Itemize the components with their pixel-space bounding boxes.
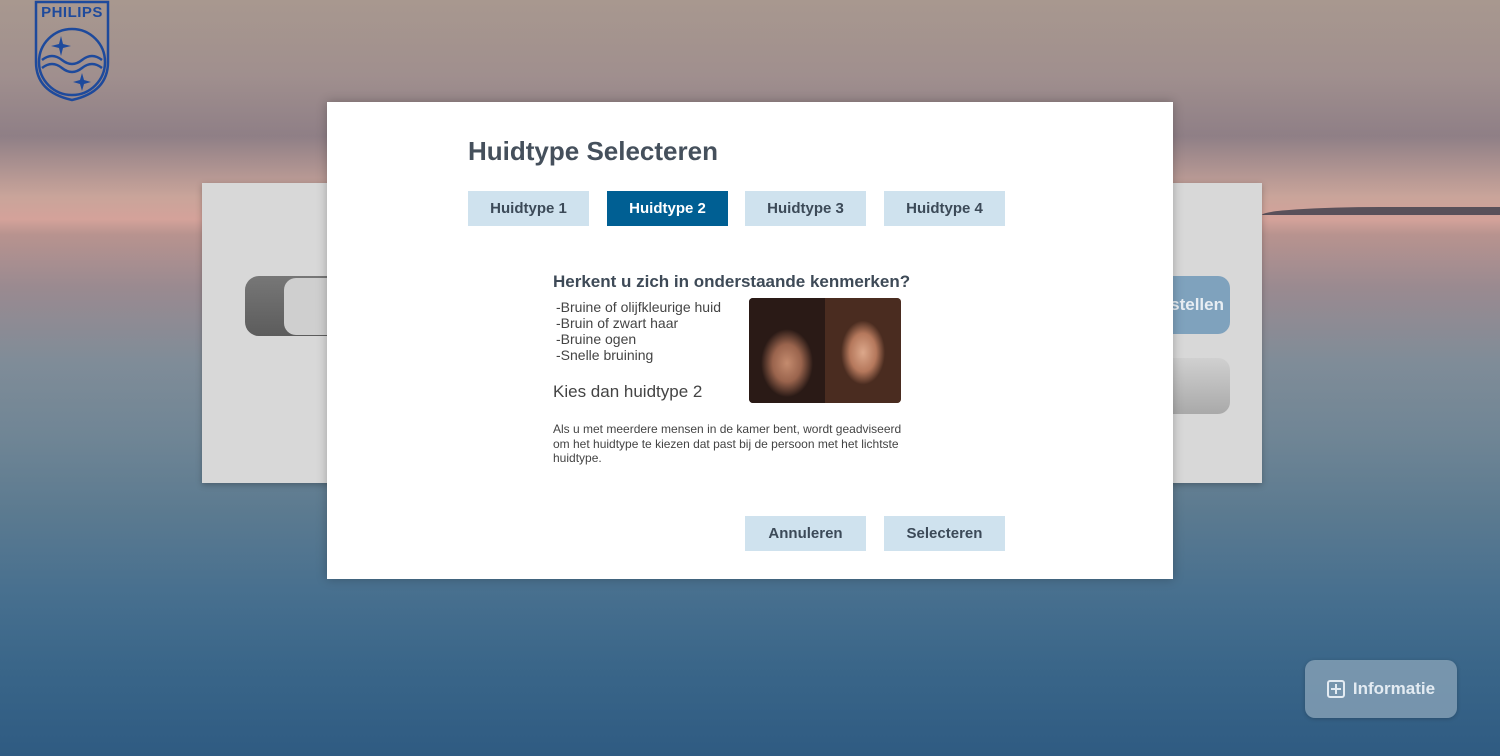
skin-type-dialog: Huidtype Selecteren Huidtype 1 Huidtype … xyxy=(327,102,1173,579)
characteristics-question: Herkent u zich in onderstaande kenmerken… xyxy=(553,272,911,291)
multi-person-note: Als u met meerdere mensen in de kamer be… xyxy=(553,422,902,465)
tab-skin-type-2[interactable]: Huidtype 2 xyxy=(607,191,728,226)
tab-skin-type-3[interactable]: Huidtype 3 xyxy=(745,191,866,226)
dialog-title: Huidtype Selecteren xyxy=(468,136,718,166)
philips-logo: PHILIPS xyxy=(34,0,110,102)
horizon-silhouette xyxy=(1262,207,1500,215)
plus-square-icon xyxy=(1326,680,1345,698)
cancel-button[interactable]: Annuleren xyxy=(745,516,866,551)
information-button[interactable]: Informatie xyxy=(1305,660,1457,718)
traits-list: -Bruine of olijfkleurige huid -Bruin of … xyxy=(556,299,721,363)
example-woman-image xyxy=(825,298,901,403)
tab-skin-type-4[interactable]: Huidtype 4 xyxy=(884,191,1005,226)
trait-item: -Bruine ogen xyxy=(556,331,637,347)
trait-item: -Bruine of olijfkleurige huid xyxy=(556,299,721,315)
example-man-image xyxy=(749,298,825,403)
tab-skin-type-1[interactable]: Huidtype 1 xyxy=(468,191,589,226)
skin-type-advice: Kies dan huidtype 2 xyxy=(553,382,703,401)
trait-item: -Bruin of zwart haar xyxy=(556,315,679,331)
trait-item: -Snelle bruining xyxy=(556,347,654,363)
information-label: Informatie xyxy=(1352,679,1436,698)
logo-wordmark: PHILIPS xyxy=(41,4,103,21)
skin-type-example-photo xyxy=(749,298,901,403)
select-button[interactable]: Selecteren xyxy=(884,516,1005,551)
